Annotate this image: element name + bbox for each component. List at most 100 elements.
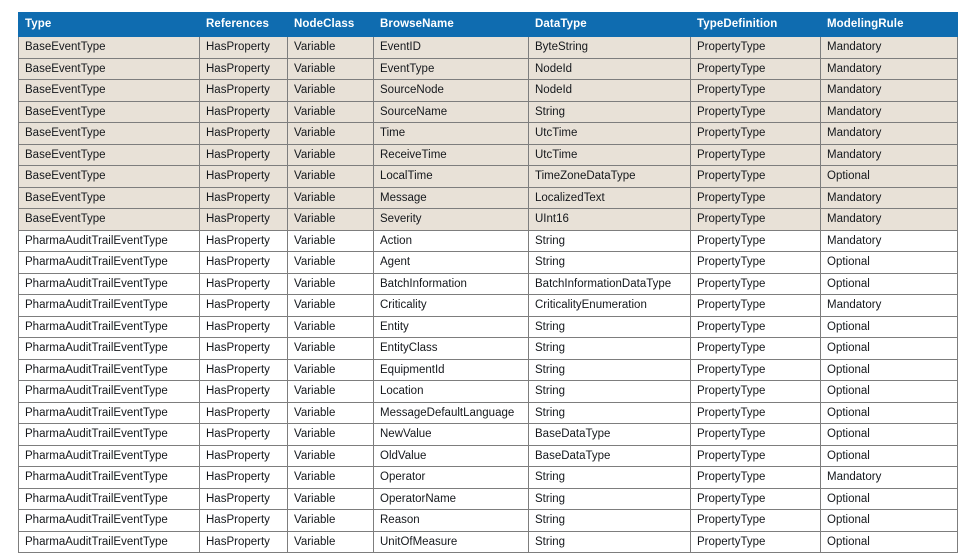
table-cell: Optional [820, 444, 958, 467]
column-header-browsename[interactable]: BrowseName [373, 12, 529, 37]
table-cell: SourceName [373, 100, 529, 123]
column-header-datatype[interactable]: DataType [528, 12, 691, 37]
table-cell: Mandatory [820, 208, 958, 231]
table-cell: PropertyType [690, 466, 821, 489]
table-cell: String [528, 315, 691, 338]
table-cell: Variable [287, 79, 374, 102]
table-row[interactable]: BaseEventType HasProperty Variable ReceiveT… [18, 143, 958, 166]
table-row[interactable]: PharmaAuditTrailEventType HasProperty Vari… [18, 358, 958, 381]
table-row[interactable]: PharmaAuditTrailEventType HasProperty Vari… [18, 294, 958, 317]
table-cell: String [528, 487, 691, 510]
table-cell: Variable [287, 487, 374, 510]
table-cell: EntityClass [373, 337, 529, 360]
table-row[interactable]: BaseEventType HasProperty Variable EventID B… [18, 36, 958, 59]
table-cell: HasProperty [199, 122, 288, 145]
column-header-modelingrule[interactable]: ModelingRule [820, 12, 958, 37]
column-header-nodeclass[interactable]: NodeClass [287, 12, 374, 37]
table-cell: Optional [820, 487, 958, 510]
table-cell: Variable [287, 229, 374, 252]
table-cell: UnitOfMeasure [373, 530, 529, 553]
table-cell: Variable [287, 530, 374, 553]
table-row[interactable]: BaseEventType HasProperty Variable Time UtcT… [18, 122, 958, 145]
table-cell: EquipmentId [373, 358, 529, 381]
table-row[interactable]: PharmaAuditTrailEventType HasProperty Vari… [18, 401, 958, 424]
table-cell: NodeId [528, 57, 691, 80]
column-header-references[interactable]: References [199, 12, 288, 37]
table-cell: Severity [373, 208, 529, 231]
table-cell: BaseEventType [18, 57, 200, 80]
column-header-type[interactable]: Type [18, 12, 200, 37]
column-header-typedefinition[interactable]: TypeDefinition [690, 12, 821, 37]
table-cell: BatchInformationDataType [528, 272, 691, 295]
table-row[interactable]: PharmaAuditTrailEventType HasProperty Vari… [18, 337, 958, 360]
table-cell: Location [373, 380, 529, 403]
table-cell: Variable [287, 36, 374, 59]
table-cell: PropertyType [690, 444, 821, 467]
table-row[interactable]: PharmaAuditTrailEventType HasProperty Vari… [18, 315, 958, 338]
table-cell: Agent [373, 251, 529, 274]
table-cell: PropertyType [690, 272, 821, 295]
table-cell: Time [373, 122, 529, 145]
table-cell: HasProperty [199, 487, 288, 510]
table-cell: Variable [287, 272, 374, 295]
table-cell: Entity [373, 315, 529, 338]
table-cell: PropertyType [690, 530, 821, 553]
table-cell: String [528, 380, 691, 403]
table-row[interactable]: BaseEventType HasProperty Variable EventTyp… [18, 57, 958, 80]
table-cell: BaseEventType [18, 79, 200, 102]
table-row[interactable]: PharmaAuditTrailEventType HasProperty Vari… [18, 487, 958, 510]
table-cell: BaseEventType [18, 36, 200, 59]
table-row[interactable]: PharmaAuditTrailEventType HasProperty Vari… [18, 251, 958, 274]
table-cell: PropertyType [690, 487, 821, 510]
table-row[interactable]: PharmaAuditTrailEventType HasProperty Vari… [18, 466, 958, 489]
table-cell: Variable [287, 122, 374, 145]
table-row[interactable]: PharmaAuditTrailEventType HasProperty Vari… [18, 272, 958, 295]
table-cell: LocalTime [373, 165, 529, 188]
table-row[interactable]: PharmaAuditTrailEventType HasProperty Vari… [18, 380, 958, 403]
table-row[interactable]: PharmaAuditTrailEventType HasProperty Vari… [18, 423, 958, 446]
table-cell: Reason [373, 509, 529, 532]
table-row[interactable]: PharmaAuditTrailEventType HasProperty Vari… [18, 530, 958, 553]
table-cell: HasProperty [199, 380, 288, 403]
table-cell: HasProperty [199, 444, 288, 467]
table-cell: Variable [287, 358, 374, 381]
table-cell: MessageDefaultLanguage [373, 401, 529, 424]
table-cell: Optional [820, 509, 958, 532]
table-cell: PharmaAuditTrailEventType [18, 294, 200, 317]
table-cell: PropertyType [690, 251, 821, 274]
table-cell: HasProperty [199, 358, 288, 381]
table-row[interactable]: PharmaAuditTrailEventType HasProperty Vari… [18, 229, 958, 252]
table-row[interactable]: PharmaAuditTrailEventType HasProperty Vari… [18, 444, 958, 467]
table-row[interactable]: BaseEventType HasProperty Variable Severity… [18, 208, 958, 231]
table-cell: PropertyType [690, 208, 821, 231]
table-row[interactable]: BaseEventType HasProperty Variable SourceNa… [18, 100, 958, 123]
table-cell: Variable [287, 186, 374, 209]
table-cell: HasProperty [199, 186, 288, 209]
table-cell: String [528, 466, 691, 489]
table-cell: LocalizedText [528, 186, 691, 209]
table-row[interactable]: BaseEventType HasProperty Variable LocalTim… [18, 165, 958, 188]
table-cell: OldValue [373, 444, 529, 467]
table-cell: HasProperty [199, 272, 288, 295]
table-cell: Mandatory [820, 186, 958, 209]
table-row[interactable]: PharmaAuditTrailEventType HasProperty Vari… [18, 509, 958, 532]
table-cell: PharmaAuditTrailEventType [18, 466, 200, 489]
table-cell: HasProperty [199, 294, 288, 317]
table-cell: PropertyType [690, 143, 821, 166]
table-row[interactable]: BaseEventType HasProperty Variable Message L… [18, 186, 958, 209]
table-cell: Optional [820, 358, 958, 381]
table-cell: ByteString [528, 36, 691, 59]
table-cell: Variable [287, 315, 374, 338]
table-cell: String [528, 358, 691, 381]
table-cell: HasProperty [199, 466, 288, 489]
table-cell: PropertyType [690, 358, 821, 381]
table-cell: PropertyType [690, 57, 821, 80]
table-row[interactable]: BaseEventType HasProperty Variable SourceNo… [18, 79, 958, 102]
table-cell: String [528, 337, 691, 360]
table-cell: PharmaAuditTrailEventType [18, 337, 200, 360]
table-cell: PropertyType [690, 380, 821, 403]
table-cell: PropertyType [690, 122, 821, 145]
table-cell: HasProperty [199, 315, 288, 338]
table-cell: Optional [820, 530, 958, 553]
table-cell: Mandatory [820, 79, 958, 102]
